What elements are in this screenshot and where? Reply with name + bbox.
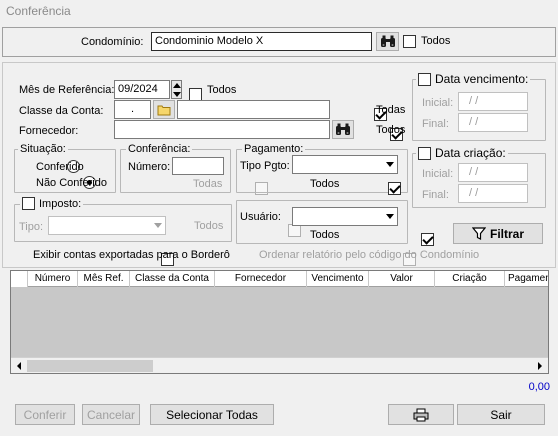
condominio-input[interactable]: Condominio Modelo X bbox=[151, 32, 372, 51]
radio-nao-conferido-label: Não Conferido bbox=[36, 177, 107, 189]
data-criacao-legend: Data criação: bbox=[416, 146, 508, 160]
imposto-tipo-dropdown[interactable] bbox=[48, 216, 166, 235]
print-button[interactable] bbox=[388, 404, 454, 425]
vencimento-inicial-label: Inicial: bbox=[422, 97, 454, 109]
conferir-label: Conferir bbox=[23, 407, 67, 422]
scroll-thumb[interactable] bbox=[27, 360, 153, 372]
data-vencimento-legend: Data vencimento: bbox=[416, 72, 531, 86]
column-classe-conta[interactable]: Classe da Conta bbox=[130, 271, 215, 287]
sair-label: Sair bbox=[490, 407, 512, 422]
column-valor[interactable]: Valor bbox=[369, 271, 435, 287]
funnel-icon bbox=[471, 227, 486, 240]
condominio-todos-checkbox[interactable] bbox=[403, 35, 416, 48]
scroll-left-arrow[interactable] bbox=[11, 358, 27, 374]
conferencia-legend: Conferência: bbox=[126, 143, 193, 155]
grid-horizontal-scrollbar[interactable] bbox=[11, 357, 548, 373]
total-value: 0,00 bbox=[528, 381, 550, 393]
column-criacao[interactable]: Criação bbox=[435, 271, 505, 287]
criacao-inicial-input[interactable]: / / bbox=[458, 163, 528, 182]
filtrar-button[interactable]: Filtrar bbox=[453, 223, 543, 244]
condominio-panel: Condomínio: Condominio Modelo X Todos bbox=[2, 27, 556, 57]
classe-conta-folder-button[interactable] bbox=[153, 100, 175, 119]
filtrar-label: Filtrar bbox=[489, 226, 524, 241]
window-title: Conferência bbox=[6, 4, 71, 18]
imposto-tipo-label: Tipo: bbox=[19, 221, 44, 233]
usuario-todos-label: Todos bbox=[310, 229, 340, 241]
conferir-button[interactable]: Conferir bbox=[15, 404, 75, 425]
criacao-inicial-label: Inicial: bbox=[422, 168, 454, 180]
imposto-legend: Imposto: bbox=[20, 197, 84, 210]
conferencia-todas-label: Todas bbox=[193, 178, 223, 190]
data-vencimento-label: Data vencimento: bbox=[435, 72, 529, 86]
criacao-final-input[interactable]: / / bbox=[458, 184, 528, 203]
fornecedor-label: Fornecedor: bbox=[19, 125, 79, 137]
radio-conferido-label: Conferido bbox=[36, 161, 84, 173]
imposto-todos-label: Todos bbox=[194, 220, 224, 232]
selecionar-todas-label: Selecionar Todas bbox=[166, 407, 258, 422]
imposto-label: Imposto: bbox=[39, 197, 82, 210]
data-criacao-checkbox[interactable] bbox=[418, 146, 431, 160]
fornecedor-input[interactable] bbox=[114, 120, 330, 139]
classe-conta-todas-label: Todas bbox=[376, 104, 406, 116]
mes-referencia-input[interactable]: 09/2024 bbox=[114, 80, 170, 99]
imposto-checkbox[interactable] bbox=[22, 197, 35, 210]
printer-icon bbox=[413, 408, 429, 421]
column-fornecedor[interactable]: Fornecedor bbox=[215, 271, 307, 287]
classe-conta-code-input[interactable]: . bbox=[114, 100, 151, 119]
tipo-pgto-label: Tipo Pgto: bbox=[240, 160, 290, 172]
data-grid[interactable]: Número Mês Ref. Classe da Conta Forneced… bbox=[10, 270, 549, 374]
column-mes-ref[interactable]: Mês Ref. bbox=[78, 271, 130, 287]
selecionar-todas-button[interactable]: Selecionar Todas bbox=[150, 404, 274, 425]
data-vencimento-checkbox[interactable] bbox=[418, 72, 431, 86]
fornecedor-search-button[interactable] bbox=[332, 120, 354, 139]
pagamento-todos-checkbox[interactable] bbox=[388, 181, 402, 195]
condominio-search-button[interactable] bbox=[376, 32, 399, 51]
pagamento-legend: Pagamento: bbox=[242, 143, 306, 155]
criacao-final-label: Final: bbox=[422, 189, 449, 201]
cancelar-button[interactable]: Cancelar bbox=[82, 404, 140, 425]
binoculars-icon bbox=[380, 35, 395, 47]
data-criacao-label: Data criação: bbox=[435, 146, 506, 160]
vencimento-inicial-input[interactable]: / / bbox=[458, 92, 528, 111]
exibir-exportadas-label: Exibir contas exportadas para o Borderô bbox=[33, 249, 230, 261]
tipo-pgto-dropdown[interactable] bbox=[292, 155, 398, 174]
cancelar-label: Cancelar bbox=[86, 407, 136, 422]
condominio-label: Condomínio: bbox=[81, 36, 144, 48]
mes-referencia-spinner[interactable] bbox=[171, 80, 182, 99]
ordenar-codigo-label: Ordenar relatório pelo código do Condomí… bbox=[259, 249, 480, 261]
conferencia-numero-label: Número: bbox=[128, 161, 171, 173]
situacao-legend: Situação: bbox=[18, 143, 68, 155]
scroll-right-arrow[interactable] bbox=[532, 358, 548, 374]
mes-referencia-todos-label: Todos bbox=[207, 84, 237, 96]
grid-indicator-column bbox=[11, 271, 28, 287]
vencimento-final-label: Final: bbox=[422, 118, 449, 130]
classe-conta-label: Classe da Conta: bbox=[19, 105, 104, 117]
column-numero[interactable]: Número bbox=[28, 271, 78, 287]
mes-referencia-label: Mês de Referência: bbox=[19, 84, 115, 96]
sair-button[interactable]: Sair bbox=[457, 404, 545, 425]
chevron-down-icon bbox=[386, 162, 394, 167]
pagamento-todos-label: Todos bbox=[310, 178, 340, 190]
binoculars-icon bbox=[336, 123, 350, 135]
chevron-down-icon bbox=[386, 214, 394, 219]
mes-referencia-todos-checkbox[interactable] bbox=[189, 87, 202, 101]
classe-conta-description-input[interactable] bbox=[177, 100, 330, 119]
chevron-down-icon bbox=[154, 223, 162, 228]
conferencia-numero-input[interactable] bbox=[172, 157, 224, 175]
fornecedor-todos-label: Todos bbox=[376, 124, 406, 136]
usuario-label: Usuário: bbox=[240, 211, 281, 223]
column-pagamento[interactable]: Pagament bbox=[505, 271, 548, 287]
condominio-todos-label: Todos bbox=[421, 35, 451, 47]
folder-icon bbox=[157, 105, 171, 115]
column-vencimento[interactable]: Vencimento bbox=[307, 271, 369, 287]
usuario-dropdown[interactable] bbox=[292, 207, 398, 226]
vencimento-final-input[interactable]: / / bbox=[458, 113, 528, 132]
usuario-todos-checkbox[interactable] bbox=[420, 232, 434, 246]
grid-header: Número Mês Ref. Classe da Conta Forneced… bbox=[11, 271, 548, 287]
